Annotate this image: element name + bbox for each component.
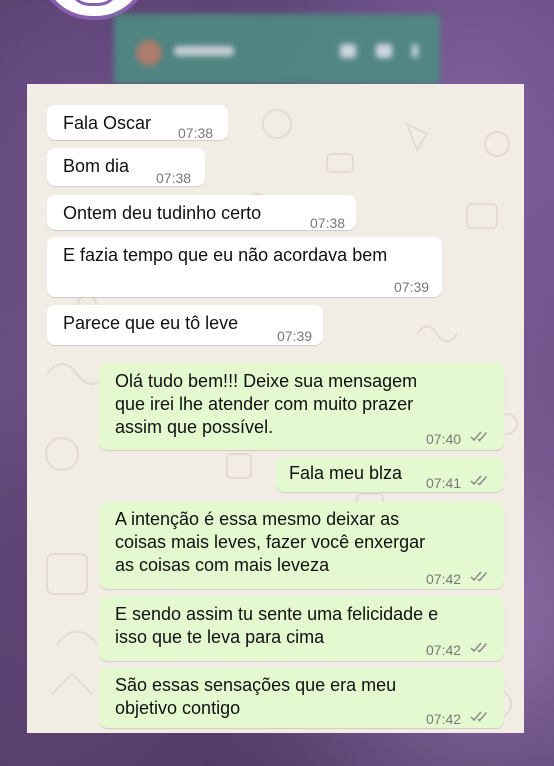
message-text-line: A intenção é essa mesmo deixar as — [115, 509, 400, 529]
message-text: Fala Oscar — [63, 113, 152, 133]
message-text-line: E sendo assim tu sente uma felicidade e — [115, 604, 439, 624]
message-incoming[interactable]: Parece que eu tô leve 07:39 — [47, 305, 323, 345]
more-options-icon[interactable] — [412, 44, 418, 58]
message-outgoing[interactable]: Olá tudo bem!!! Deixe sua mensagem que i… — [99, 363, 504, 450]
contact-name-placeholder — [174, 46, 234, 56]
message-incoming[interactable]: Ontem deu tudinho certo 07:38 — [47, 195, 356, 231]
chat-panel: Fala Oscar 07:38 Bom dia 07:38 Ontem deu… — [27, 84, 524, 733]
message-outgoing[interactable]: Fala meu blza 07:41 — [276, 457, 504, 492]
message-outgoing[interactable]: A intenção é essa mesmo deixar as coisas… — [99, 502, 504, 589]
message-incoming[interactable]: Fala Oscar 07:38 — [47, 105, 228, 141]
message-time: 07:42 — [426, 642, 462, 658]
message-time: 07:39 — [394, 279, 430, 295]
message-time: 07:38 — [310, 215, 346, 231]
message-text-line: que irei lhe atender com muito prazer — [115, 394, 414, 414]
message-outgoing[interactable]: São essas sensações que era meu objetivo… — [99, 668, 504, 728]
double-check-icon — [470, 571, 488, 582]
video-call-icon[interactable] — [340, 44, 356, 58]
message-time: 07:38 — [178, 125, 214, 141]
message-text: Parece que eu tô leve — [63, 313, 239, 333]
message-outgoing[interactable]: E sendo assim tu sente uma felicidade e … — [99, 596, 504, 661]
chat-header-blurred — [114, 14, 440, 84]
avatar — [136, 40, 162, 66]
message-text-line: Olá tudo bem!!! Deixe sua mensagem — [115, 371, 418, 391]
message-text-line: assim que possível. — [115, 417, 274, 437]
message-time: 07:41 — [426, 475, 462, 491]
message-text-line: isso que te leva para cima — [115, 627, 325, 647]
message-time: 07:42 — [426, 711, 462, 727]
message-text-line: objetivo contigo — [115, 698, 241, 718]
message-text-line: as coisas com mais leveza — [115, 555, 330, 575]
double-check-icon — [470, 431, 488, 442]
message-text: E fazia tempo que eu não acordava bem — [63, 245, 388, 265]
message-time: 07:39 — [277, 328, 313, 344]
double-check-icon — [470, 711, 488, 722]
message-text: Ontem deu tudinho certo — [63, 203, 262, 223]
double-check-icon — [470, 475, 488, 486]
brand-logo-mark — [68, 0, 120, 6]
message-text-line: São essas sensações que era meu — [115, 675, 397, 695]
message-time: 07:38 — [156, 170, 192, 186]
message-time: 07:40 — [426, 431, 462, 447]
message-time: 07:42 — [426, 571, 462, 587]
voice-call-icon[interactable] — [376, 44, 392, 58]
double-check-icon — [470, 642, 488, 653]
message-text: Bom dia — [63, 156, 130, 176]
message-incoming[interactable]: Bom dia 07:38 — [47, 148, 205, 186]
message-text: Fala meu blza — [289, 463, 403, 483]
message-text-line: coisas mais leves, fazer você enxergar — [115, 532, 426, 552]
message-incoming[interactable]: E fazia tempo que eu não acordava bem 07… — [47, 237, 442, 297]
